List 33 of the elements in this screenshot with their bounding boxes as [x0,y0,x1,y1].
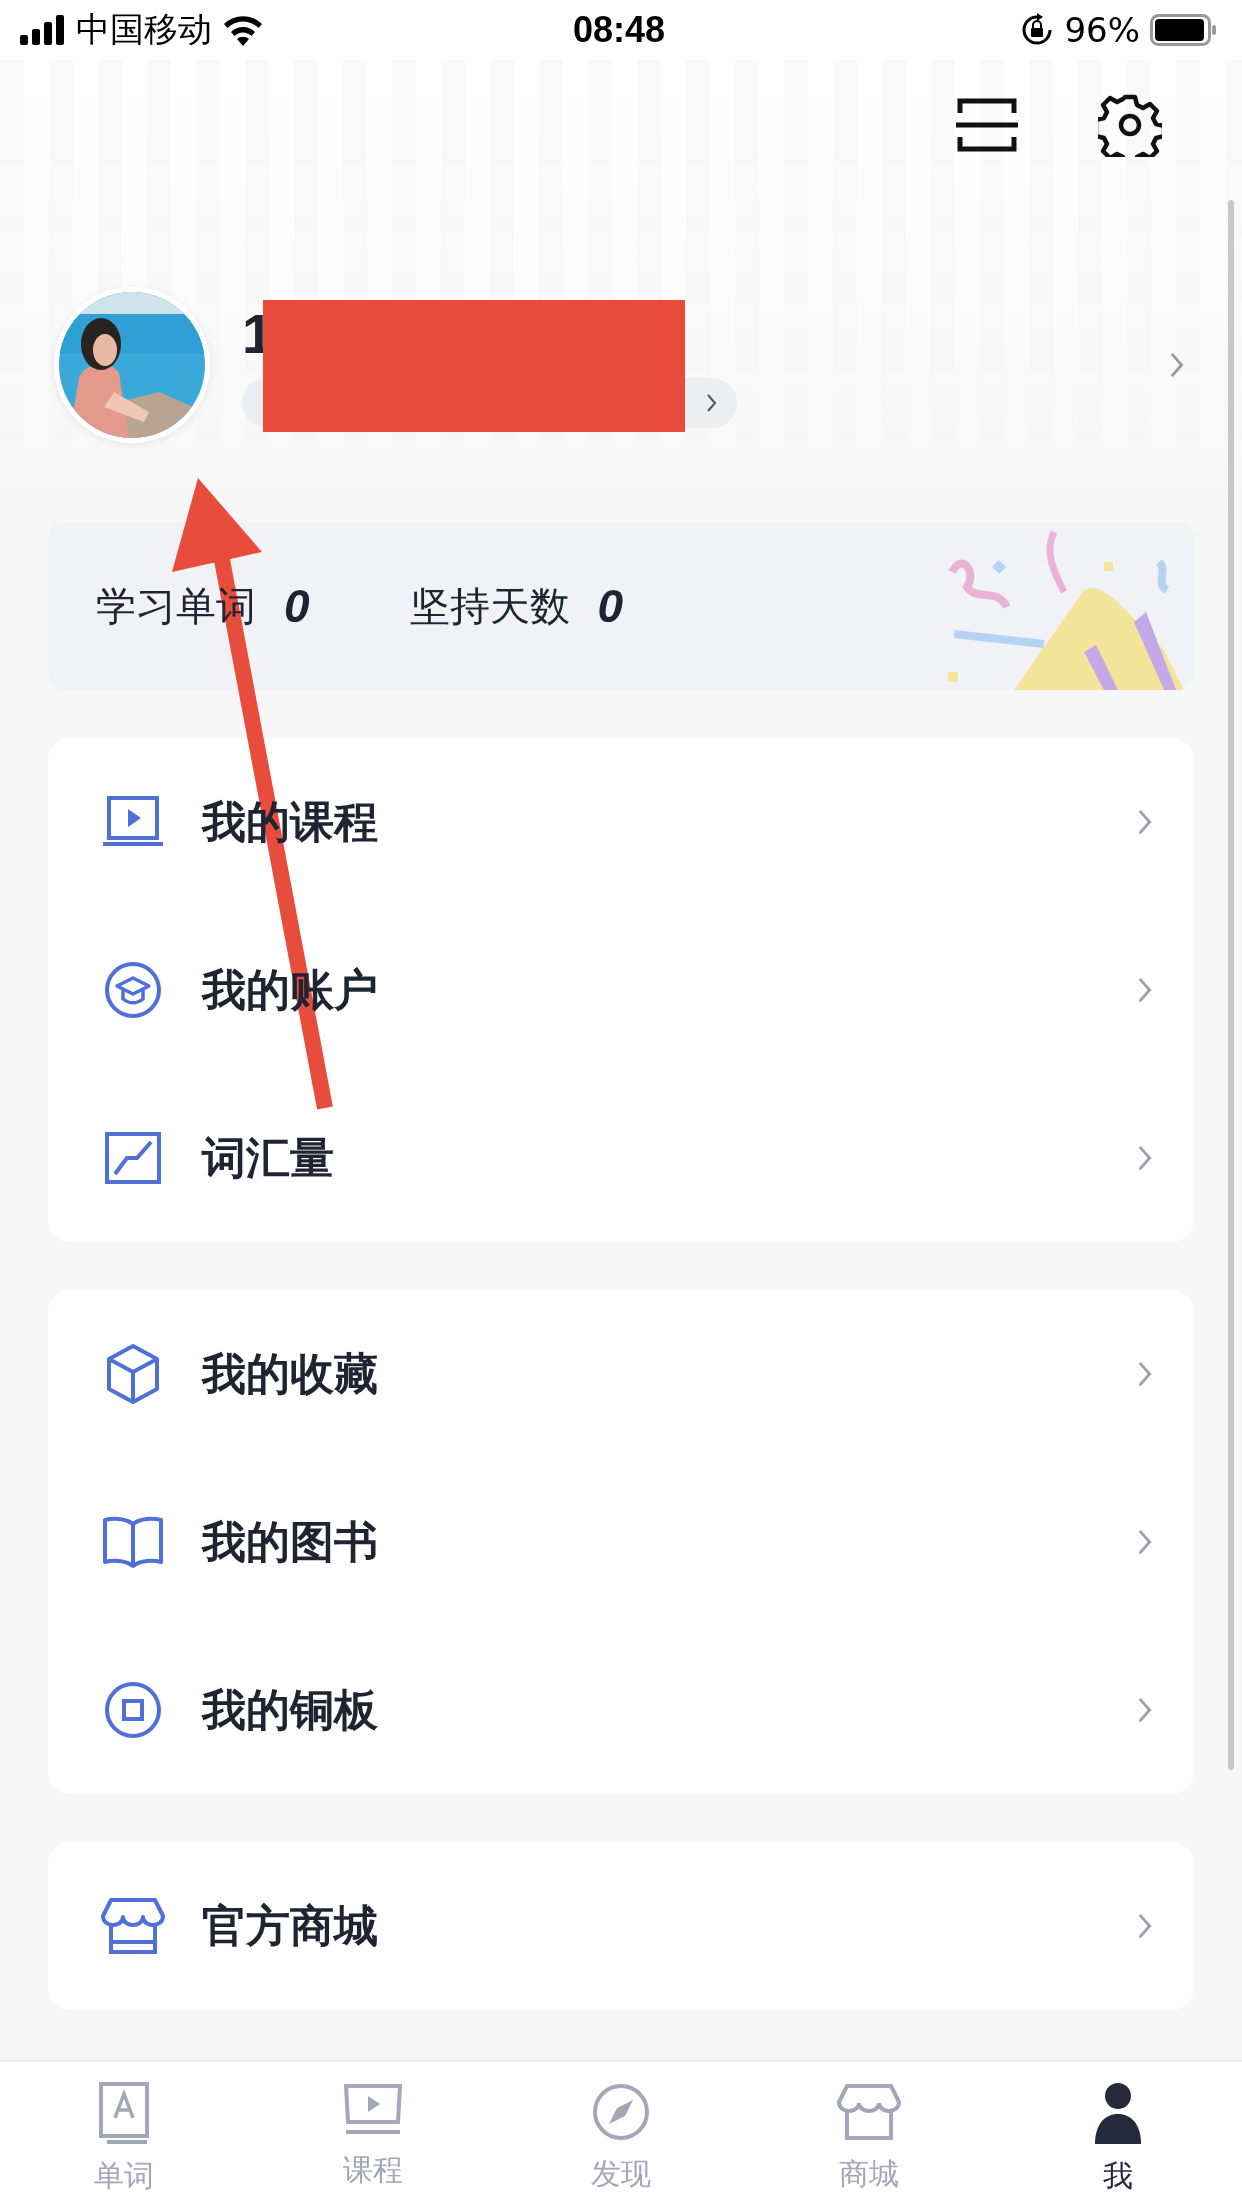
scan-icon[interactable] [956,97,1018,153]
settings-icon[interactable] [1098,93,1162,157]
stat-label: 坚持天数 [409,581,570,631]
clock-time: 08:48 [572,9,666,51]
chevron-right-icon [1136,1360,1152,1388]
storefront-icon [101,1896,165,1956]
chevron-right-icon [1136,976,1152,1004]
menu-item[interactable]: 官方商城 [48,1842,1194,2010]
stat-value: 0 [597,579,624,633]
chevron-right-icon [1136,808,1152,836]
open-book-icon [101,1514,165,1570]
chevron-right-icon[interactable] [706,393,717,413]
tab[interactable]: 我 [993,2062,1242,2208]
chevron-right-icon [1136,1696,1152,1724]
menu-item[interactable]: 我的收藏 [48,1290,1194,1458]
chevron-right-icon [1136,1528,1152,1556]
battery-icon [1150,14,1218,46]
book-letter-icon [97,2082,152,2144]
storefront-icon [837,2082,902,2142]
coin-icon [103,1680,163,1740]
carrier-name: 中国移动 [76,8,212,51]
wifi-icon [222,14,264,46]
chevron-right-icon [1136,1144,1152,1172]
menu-item[interactable]: 我的图书 [48,1458,1194,1626]
graduation-cap-icon [103,960,163,1020]
chevron-right-icon [1136,1912,1152,1940]
signal-icon [20,15,66,45]
stat-value: 0 [284,579,310,633]
menu-item[interactable]: 我的铜板 [48,1626,1194,1794]
compass-icon [591,2082,651,2142]
battery-percentage: 96% [1064,10,1140,50]
menu-item[interactable]: 词汇量 [48,1074,1194,1242]
chevron-right-icon [1168,351,1184,379]
